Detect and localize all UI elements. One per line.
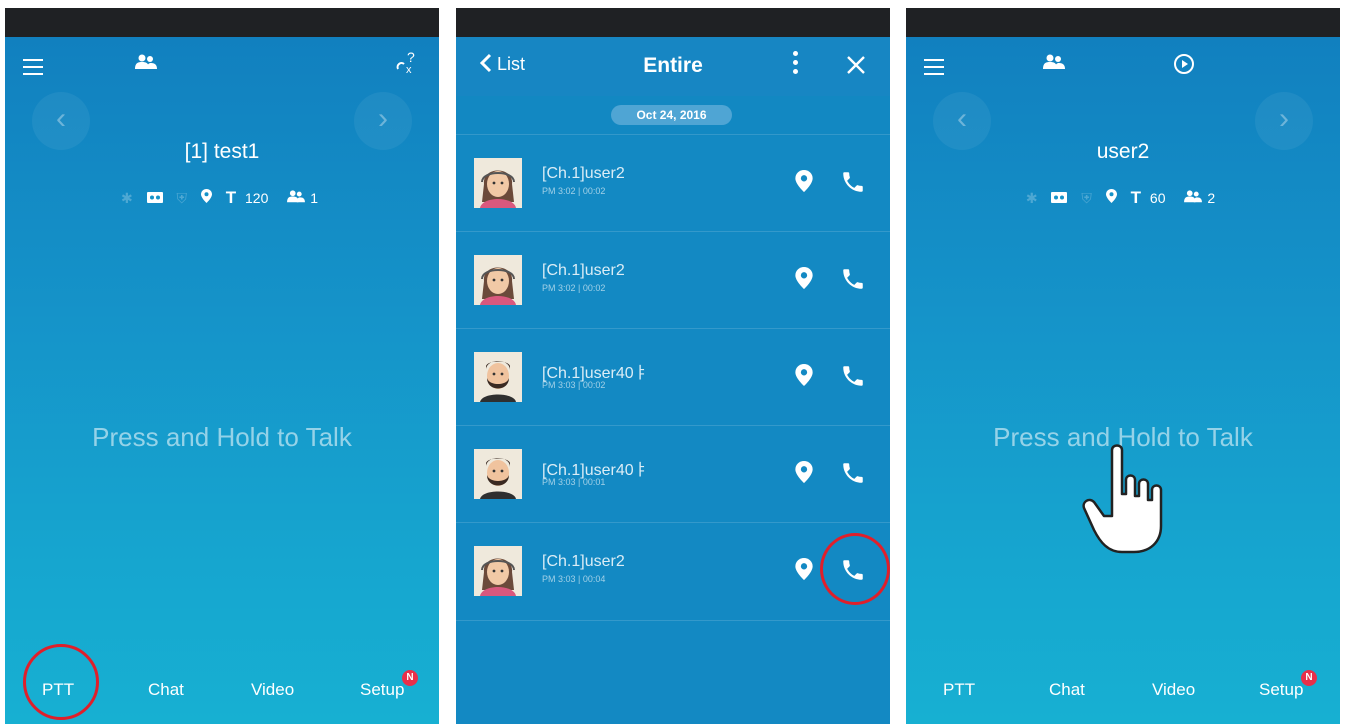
tx-value: 60	[1149, 190, 1166, 206]
status-row: ✱ ⛨ T 120 1	[5, 188, 439, 208]
call-time: PM 3:03 | 00:01	[542, 477, 606, 487]
top-bar	[906, 37, 1340, 97]
tab-video[interactable]: Video	[251, 680, 294, 700]
disconnect-link-icon[interactable]: ? x	[395, 49, 421, 81]
tab-setup[interactable]: Setup	[360, 680, 404, 700]
date-label: Oct 24, 2016	[611, 105, 732, 125]
member-count-value: 1	[310, 190, 319, 206]
location-icon[interactable]	[795, 558, 813, 585]
shield-icon: ⛨	[1081, 190, 1092, 206]
location-icon[interactable]	[795, 461, 813, 488]
location-icon[interactable]	[795, 364, 813, 391]
channel-title: [1] test1	[184, 140, 260, 163]
call-row[interactable]: [Ch.1]user2 PM 3:02 | 00:02	[456, 231, 890, 329]
avatar	[474, 546, 522, 596]
phone-icon[interactable]	[840, 460, 866, 491]
call-row[interactable]: [Ch.1]user40ㅑ PM 3:03 | 00:02	[456, 328, 890, 426]
tab-video[interactable]: Video	[1152, 680, 1195, 700]
play-circle-icon[interactable]	[1173, 53, 1195, 81]
tab-ptt[interactable]: PTT	[943, 680, 975, 700]
channel-title: user2	[1096, 140, 1150, 163]
shield-icon: ⛨	[176, 190, 187, 206]
members-icon[interactable]	[1043, 53, 1065, 76]
location-icon	[1105, 189, 1117, 206]
highlight-circle	[23, 644, 99, 720]
setup-notification-badge: N	[1301, 670, 1317, 686]
tx-timeout: T 60	[1130, 188, 1166, 207]
phone-icon[interactable]	[840, 169, 866, 200]
phone-icon[interactable]	[840, 363, 866, 394]
members-icon[interactable]	[135, 53, 157, 76]
avatar	[474, 255, 522, 305]
press-to-talk-label[interactable]: Press and Hold to Talk	[5, 422, 439, 453]
tab-setup[interactable]: Setup	[1259, 680, 1303, 700]
call-row[interactable]: [Ch.1]user2 PM 3:02 | 00:02	[456, 134, 890, 232]
tx-value: 120	[245, 190, 269, 206]
location-icon[interactable]	[795, 170, 813, 197]
ptt-screen-channel: ? x ‹ › [1] test1 ✱ ⛨ T 120 1 Press and H…	[5, 8, 439, 724]
call-time: PM 3:02 | 00:02	[542, 283, 606, 293]
status-bar	[906, 8, 1340, 37]
tx-timeout: T 120	[225, 188, 269, 207]
more-options-icon[interactable]	[793, 51, 799, 74]
recorder-icon	[146, 190, 163, 206]
bottom-nav: PTT Chat Video Setup N	[906, 670, 1340, 708]
phone-icon[interactable]	[840, 266, 866, 297]
call-history-screen: List Entire Oct 24, 2016 [Ch.1]user2 PM …	[456, 8, 890, 724]
call-time: PM 3:03 | 00:04	[542, 574, 606, 584]
avatar	[474, 158, 522, 208]
member-count-value: 2	[1207, 190, 1216, 206]
avatar	[474, 352, 522, 402]
status-bar	[456, 8, 890, 37]
call-time: PM 3:03 | 00:02	[542, 380, 606, 390]
list-header: List Entire	[456, 37, 890, 96]
setup-notification-badge: N	[402, 670, 418, 686]
call-time: PM 3:02 | 00:02	[542, 186, 606, 196]
location-icon[interactable]	[795, 267, 813, 294]
menu-icon[interactable]	[924, 59, 944, 75]
member-count: 1	[287, 190, 323, 206]
member-count: 2	[1184, 190, 1220, 206]
caller-name: [Ch.1]user2	[542, 165, 625, 182]
tab-chat[interactable]: Chat	[148, 680, 184, 700]
close-icon[interactable]	[846, 55, 866, 80]
bluetooth-icon: ✱	[120, 190, 133, 206]
highlight-circle	[820, 533, 890, 605]
top-bar: ? x	[5, 37, 439, 97]
svg-text:?: ?	[407, 49, 415, 65]
tap-hand-icon	[1082, 442, 1174, 559]
caller-name: [Ch.1]user2	[542, 262, 625, 279]
avatar	[474, 449, 522, 499]
ptt-screen-user: ‹ › user2 ✱ ⛨ T 60 2 Press and Hold to T…	[906, 8, 1340, 724]
status-row: ✱ ⛨ T 60 2	[906, 188, 1340, 208]
menu-icon[interactable]	[23, 59, 43, 75]
tab-chat[interactable]: Chat	[1049, 680, 1085, 700]
list-title: Entire	[643, 54, 703, 77]
date-separator: Oct 24, 2016	[456, 96, 890, 136]
call-row[interactable]: [Ch.1]user40ㅑ PM 3:03 | 00:01	[456, 425, 890, 523]
svg-text:x: x	[406, 64, 412, 75]
status-bar	[5, 8, 439, 37]
recorder-icon	[1051, 190, 1068, 206]
location-icon	[200, 189, 212, 206]
caller-name: [Ch.1]user2	[542, 553, 625, 570]
bluetooth-icon: ✱	[1025, 190, 1038, 206]
